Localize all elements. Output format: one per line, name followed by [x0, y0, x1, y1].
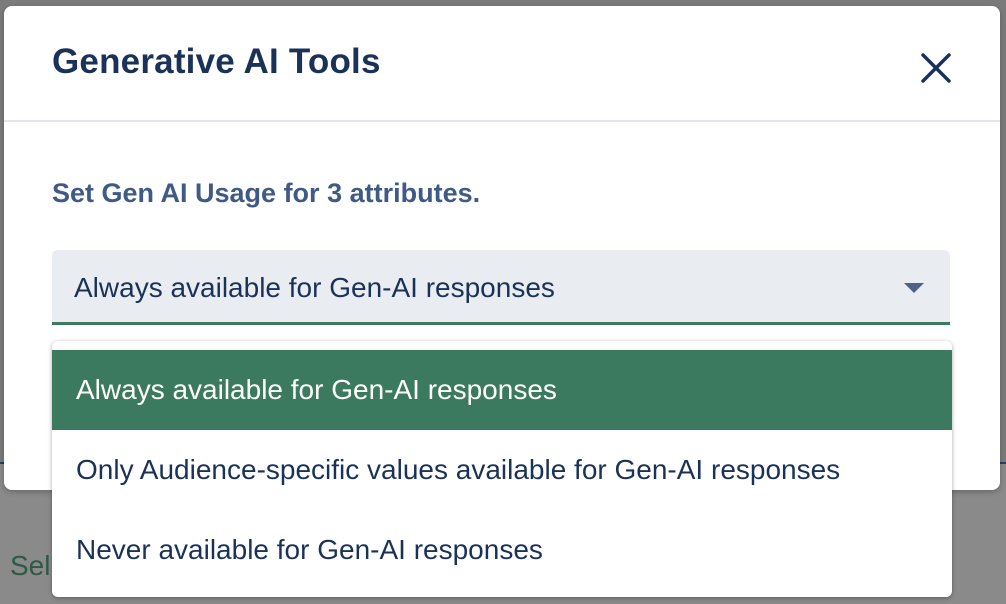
option-never-available[interactable]: Never available for Gen-AI responses — [52, 510, 952, 590]
close-icon — [921, 53, 951, 83]
dialog-header: Generative AI Tools — [4, 6, 1000, 122]
option-label: Never available for Gen-AI responses — [76, 534, 543, 565]
dialog-subtitle: Set Gen AI Usage for 3 attributes. — [52, 178, 481, 208]
option-label: Only Audience-specific values available … — [76, 454, 841, 485]
close-button[interactable] — [916, 48, 956, 88]
gen-ai-usage-options-menu: Always available for Gen-AI responses On… — [52, 341, 952, 597]
select-current-value: Always available for Gen-AI responses — [74, 272, 555, 303]
caret-down-icon — [904, 283, 924, 293]
option-label: Always available for Gen-AI responses — [76, 374, 557, 405]
option-always-available[interactable]: Always available for Gen-AI responses — [52, 350, 952, 430]
background-partial-text: Sel — [10, 550, 51, 581]
dialog-title: Generative AI Tools — [52, 42, 381, 81]
gen-ai-usage-select[interactable]: Always available for Gen-AI responses — [52, 250, 950, 325]
option-audience-specific[interactable]: Only Audience-specific values available … — [52, 430, 952, 510]
